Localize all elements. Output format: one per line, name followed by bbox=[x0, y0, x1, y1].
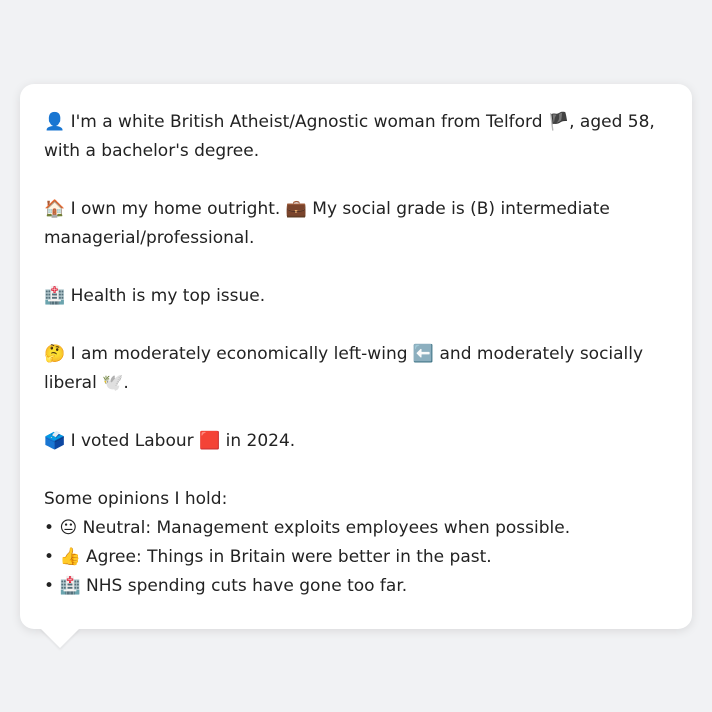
opinions-header: Some opinions I hold: bbox=[44, 489, 228, 509]
social-end: . bbox=[123, 373, 129, 393]
briefcase-icon: 💼 bbox=[285, 199, 307, 219]
vote-line: 🗳️ I voted Labour 🟥 in 2024. bbox=[44, 427, 668, 456]
opinion-item: • 👍 Agree: Things in Britain were better… bbox=[44, 543, 668, 572]
thumbs-up-icon: 👍 bbox=[59, 547, 81, 567]
persona-card: 👤 I'm a white British Atheist/Agnostic w… bbox=[20, 84, 692, 629]
opinion-item: • 😐 Neutral: Management exploits employe… bbox=[44, 514, 668, 543]
red-square-icon: 🟥 bbox=[199, 431, 221, 451]
left-arrow-icon: ⬅️ bbox=[412, 344, 435, 364]
neutral-face-icon: 😐 bbox=[59, 518, 78, 538]
bullet: • bbox=[44, 518, 60, 538]
hospital-icon: 🏥 bbox=[44, 286, 66, 306]
england-flag-icon: 🏴 bbox=[547, 112, 570, 132]
person-icon: 👤 bbox=[44, 112, 66, 132]
speech-bubble-tail bbox=[40, 628, 80, 648]
opinion-text: Agree: Things in Britain were better in … bbox=[80, 547, 492, 567]
vote-text: I voted Labour bbox=[65, 431, 200, 451]
home-line: 🏠 I own my home outright. 💼 My social gr… bbox=[44, 195, 668, 253]
identity-text: I'm a white British Atheist/Agnostic wom… bbox=[65, 112, 548, 132]
health-text: Health is my top issue. bbox=[65, 286, 266, 306]
politics-line: 🤔 I am moderately economically left-wing… bbox=[44, 340, 668, 398]
hospital-icon: 🏥 bbox=[59, 576, 81, 596]
identity-line: 👤 I'm a white British Atheist/Agnostic w… bbox=[44, 108, 668, 166]
thinking-face-icon: 🤔 bbox=[44, 344, 66, 364]
ballot-box-icon: 🗳️ bbox=[44, 431, 66, 451]
bullet: • bbox=[44, 576, 60, 596]
bullet: • bbox=[44, 547, 60, 567]
home-text: I own my home outright. bbox=[65, 199, 286, 219]
vote-end: in 2024. bbox=[220, 431, 296, 451]
opinion-text: NHS spending cuts have gone too far. bbox=[80, 576, 408, 596]
econ-text: I am moderately economically left-wing bbox=[65, 344, 413, 364]
house-icon: 🏠 bbox=[44, 199, 66, 219]
dove-icon: 🕊️ bbox=[102, 373, 124, 393]
opinion-text: Neutral: Management exploits employees w… bbox=[77, 518, 571, 538]
health-line: 🏥 Health is my top issue. bbox=[44, 282, 668, 311]
opinion-item: • 🏥 NHS spending cuts have gone too far. bbox=[44, 572, 668, 601]
